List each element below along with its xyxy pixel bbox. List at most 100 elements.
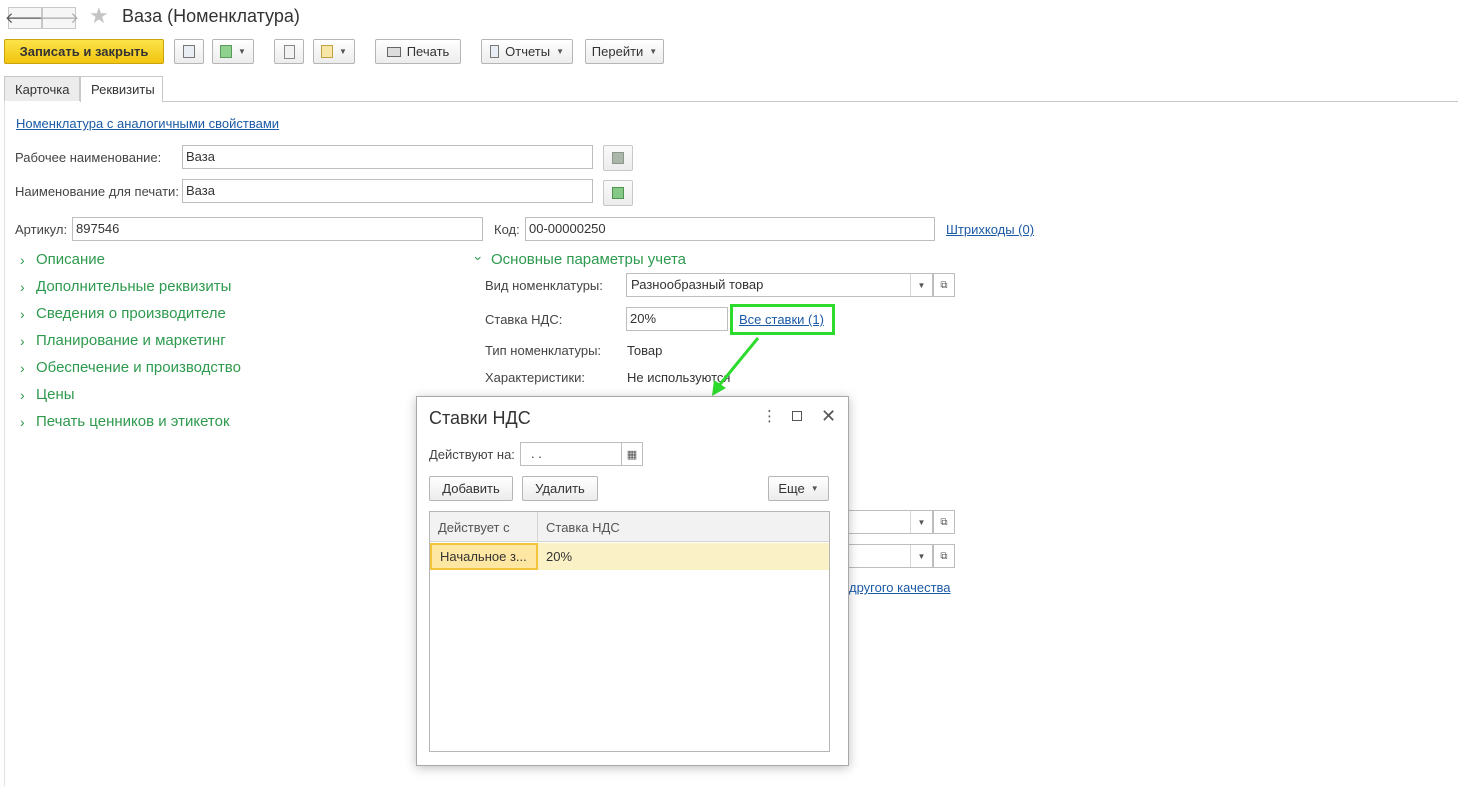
group-price-tags[interactable]: › Печать ценников и этикеток <box>20 413 230 430</box>
chevron-right-icon: › <box>20 305 25 322</box>
open-icon: ⧉ <box>940 279 948 291</box>
create-based-on-button[interactable]: ▼ <box>212 39 254 64</box>
vat-label: Ставка НДС: <box>485 312 563 327</box>
group-prices[interactable]: › Цены <box>20 386 75 403</box>
goto-button[interactable]: Перейти ▼ <box>585 39 664 64</box>
chevron-down-icon: ▼ <box>649 47 658 56</box>
type-value: Товар <box>627 343 663 358</box>
code-field[interactable]: 00-00000250 <box>525 217 935 241</box>
printer-icon <box>386 46 401 57</box>
reports-label: Отчеты <box>505 44 551 59</box>
attachment-icon <box>321 45 334 58</box>
tab-requisites[interactable]: Реквизиты <box>80 76 163 102</box>
open-icon: ⧉ <box>940 516 948 528</box>
group-main-params[interactable]: › Основные параметры учета <box>471 251 687 268</box>
column-header-valid-from[interactable]: Действует с <box>430 512 538 542</box>
reports-icon <box>490 45 500 58</box>
group-label: Основные параметры учета <box>491 251 687 268</box>
chevron-down-icon: ▼ <box>556 47 564 56</box>
kind-select[interactable]: Разнообразный товар ▼ <box>626 273 933 297</box>
chevron-down-icon[interactable]: ▼ <box>910 545 932 567</box>
add-button[interactable]: Добавить <box>429 476 513 501</box>
rates-table: Действует с Ставка НДС Начальное з... 20… <box>429 511 830 752</box>
work-name-action-button[interactable] <box>603 145 633 171</box>
window-title: Ваза (Номенклатура) <box>122 6 300 26</box>
barcodes-link[interactable]: Штрихкоды (0) <box>946 222 1034 237</box>
hidden-select-2[interactable]: ▼ <box>840 544 933 568</box>
group-supply-production[interactable]: › Обеспечение и производство <box>20 359 241 376</box>
hidden-select-1[interactable]: ▼ <box>840 510 933 534</box>
hidden-open-button-1[interactable]: ⧉ <box>933 510 955 534</box>
group-planning-marketing[interactable]: › Планирование и маркетинг <box>20 332 226 349</box>
dialog-title: Ставки НДС <box>429 408 531 428</box>
attachments-button[interactable]: ▼ <box>313 39 355 64</box>
kind-label: Вид номенклатуры: <box>485 278 603 293</box>
kind-open-button[interactable]: ⧉ <box>933 273 955 297</box>
delete-button[interactable]: Удалить <box>522 476 598 501</box>
save-button[interactable] <box>174 39 204 64</box>
cell-vat-rate[interactable]: 20% <box>538 543 830 570</box>
article-field[interactable]: 897546 <box>72 217 483 241</box>
table-header: Действует с Ставка НДС <box>430 512 829 542</box>
print-button[interactable]: Печать <box>375 39 461 64</box>
tab-card[interactable]: Карточка <box>4 76 80 101</box>
more-button[interactable]: Еще ▼ <box>768 476 829 501</box>
group-manufacturer[interactable]: › Сведения о производителе <box>20 305 226 322</box>
document-list-icon <box>283 44 295 59</box>
group-description[interactable]: › Описание <box>20 251 105 268</box>
print-label: Печать <box>406 44 450 59</box>
back-button[interactable]: 🡐 <box>5 7 45 29</box>
reports-button[interactable]: Отчеты ▼ <box>481 39 573 64</box>
document-list-button[interactable] <box>274 39 304 64</box>
calendar-button[interactable]: ▦ <box>621 442 643 466</box>
more-label: Еще <box>778 481 805 496</box>
work-name-field[interactable]: Ваза <box>182 145 593 169</box>
annotation-arrow <box>712 337 760 396</box>
table-row[interactable]: Начальное з... 20% <box>430 543 829 570</box>
vat-field[interactable]: 20% <box>626 307 728 331</box>
chevron-right-icon: › <box>20 332 25 349</box>
group-additional-requisites[interactable]: › Дополнительные реквизиты <box>20 278 231 295</box>
group-label: Сведения о производителе <box>36 305 226 322</box>
cell-valid-from[interactable]: Начальное з... <box>430 543 538 570</box>
copy-green-icon <box>612 187 624 199</box>
group-label: Обеспечение и производство <box>36 359 241 376</box>
arrow-right-icon: 🡒 <box>38 9 80 27</box>
chevron-down-icon: ▼ <box>238 47 246 56</box>
column-header-vat-rate[interactable]: Ставка НДС <box>538 512 830 542</box>
chevron-down-icon[interactable]: ▼ <box>910 511 932 533</box>
save-and-close-button[interactable]: Записать и закрыть <box>4 39 164 64</box>
hidden-open-button-2[interactable]: ⧉ <box>933 544 955 568</box>
chevron-right-icon: › <box>20 413 25 430</box>
chevron-down-icon[interactable]: ▼ <box>910 274 932 296</box>
chevron-down-icon: ▼ <box>339 47 347 56</box>
favorite-star-icon[interactable]: ★ <box>89 5 109 27</box>
chevron-right-icon: › <box>20 386 25 403</box>
maximize-icon[interactable] <box>792 411 802 421</box>
floppy-disk-icon <box>183 45 195 58</box>
goto-label: Перейти <box>591 44 644 59</box>
forward-button[interactable]: 🡒 <box>38 7 80 29</box>
print-name-action-button[interactable] <box>603 180 633 206</box>
characteristics-label: Характеристики: <box>485 370 586 385</box>
valid-on-label: Действуют на: <box>429 447 515 462</box>
print-name-field[interactable]: Ваза <box>182 179 593 203</box>
calendar-icon: ▦ <box>626 448 638 461</box>
code-label: Код: <box>494 222 520 237</box>
article-label: Артикул: <box>15 222 68 237</box>
chevron-down-icon: › <box>471 255 487 261</box>
create-based-icon <box>220 45 233 58</box>
group-label: Цены <box>36 386 75 403</box>
print-name-label: Наименование для печати: <box>15 184 179 199</box>
chevron-down-icon: ▼ <box>810 484 819 493</box>
open-icon: ⧉ <box>940 550 948 562</box>
vat-rates-dialog: Ставки НДС ⋮ ✕ Действуют на: . . ▦ Добав… <box>416 396 849 766</box>
group-label: Описание <box>36 251 106 268</box>
tab-divider <box>163 101 1458 102</box>
close-icon[interactable]: ✕ <box>821 407 836 425</box>
group-label: Планирование и маркетинг <box>36 332 226 349</box>
quality-link[interactable]: другого качества <box>849 580 951 595</box>
date-field[interactable]: . . <box>520 442 622 466</box>
more-options-icon[interactable]: ⋮ <box>762 409 777 424</box>
similar-items-link[interactable]: Номенклатура с аналогичными свойствами <box>16 116 279 131</box>
